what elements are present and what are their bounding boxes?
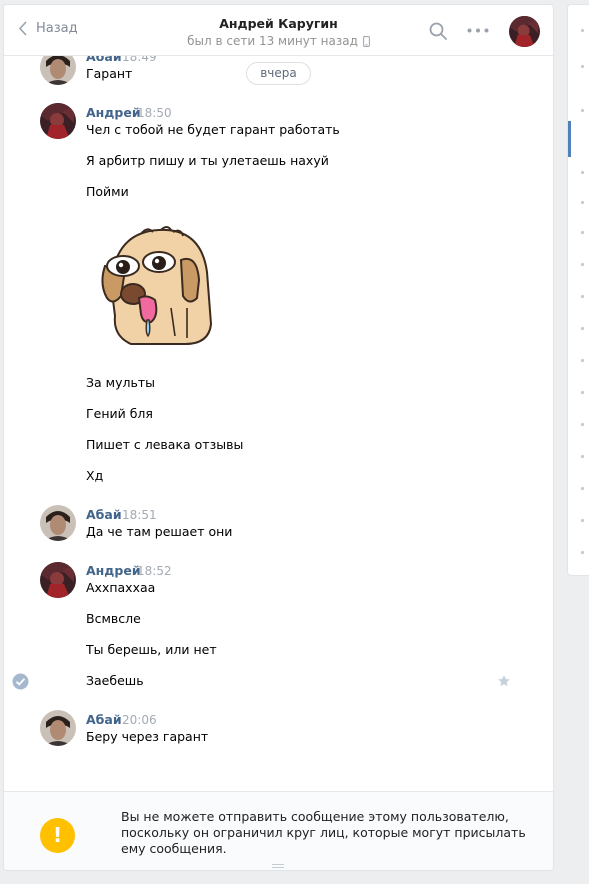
list-dot: [580, 551, 584, 554]
message-text: Чел с тобой не будет гарант работать: [86, 122, 340, 137]
author-name[interactable]: Андрей: [86, 105, 141, 120]
author-name[interactable]: Абай: [86, 507, 122, 522]
author-avatar[interactable]: [40, 562, 76, 598]
search-icon[interactable]: [429, 22, 447, 40]
list-dot: [580, 201, 584, 204]
avatar-image: [509, 16, 540, 47]
message-text: Всмвсле: [86, 611, 141, 626]
resize-handle[interactable]: [272, 864, 284, 868]
notice-line: Вы не можете отправить сообщение этому п…: [121, 809, 509, 824]
author-avatar[interactable]: [40, 710, 76, 746]
avatar-image: [40, 505, 76, 541]
notice-line: ему сообщения.: [121, 841, 227, 856]
message-text: Гарант: [86, 66, 133, 81]
message-time[interactable]: 18:51: [122, 508, 157, 522]
message-text: Пойми: [86, 184, 129, 199]
list-dot: [580, 327, 584, 330]
list-dot: [580, 29, 584, 32]
list-dot: [580, 171, 584, 174]
message-text: Аххпаххаа: [86, 580, 156, 595]
warning-glyph: !: [52, 823, 63, 847]
date-divider: вчера: [246, 62, 311, 85]
message-text: Ты берешь, или нет: [86, 642, 217, 657]
avatar-image: [40, 103, 76, 139]
message-text: Я арбитр пишу и ты улетаешь нахуй: [86, 153, 329, 168]
list-dot: [580, 519, 584, 522]
chat-header: Назад Андрей Каругин был в сети 13 минут…: [4, 5, 553, 56]
list-dot: [580, 359, 584, 362]
author-name[interactable]: Андрей: [86, 563, 141, 578]
status-text: был в сети 13 минут назад: [187, 34, 358, 48]
author-avatar[interactable]: [40, 103, 76, 139]
author-name[interactable]: Абай: [86, 712, 122, 727]
warning-icon: !: [40, 818, 75, 853]
dog-sticker[interactable]: [101, 224, 219, 346]
author-avatar[interactable]: [40, 505, 76, 541]
list-dot: [580, 231, 584, 234]
message-text: Гений бля: [86, 406, 153, 421]
message-time[interactable]: 18:52: [137, 564, 172, 578]
message-text: Хд: [86, 468, 104, 483]
avatar-image: [40, 562, 76, 598]
contact-status: был в сети 13 минут назад: [4, 34, 553, 48]
list-dot: [580, 65, 584, 68]
message-text: Пишет с левака отзывы: [86, 437, 244, 452]
message-time[interactable]: 18:50: [137, 106, 172, 120]
restriction-notice: ! Вы не можете отправить сообщение этому…: [4, 791, 553, 870]
list-dot: [580, 391, 584, 394]
message-time[interactable]: 20:06: [122, 713, 157, 727]
avatar-image: [40, 710, 76, 746]
list-dot: [580, 423, 584, 426]
list-dot: [580, 455, 584, 458]
check-icon[interactable]: [12, 673, 29, 690]
message-text: Да че там решает они: [86, 524, 233, 539]
chat-window: Назад Андрей Каругин был в сети 13 минут…: [3, 4, 554, 871]
active-indicator: [568, 121, 571, 157]
message-text: За мульты: [86, 375, 155, 390]
list-dot: [580, 487, 584, 490]
notice-line: поскольку он ограничил круг лиц, которые…: [121, 825, 526, 840]
mobile-icon: [362, 36, 370, 47]
list-dot: [580, 263, 584, 266]
list-dot: [580, 295, 584, 298]
right-panel: [567, 4, 589, 576]
more-icon[interactable]: [467, 28, 489, 33]
star-icon[interactable]: [497, 674, 511, 688]
notice-text: Вы не можете отправить сообщение этому п…: [121, 809, 526, 857]
list-dot: [580, 109, 584, 112]
message-text: Заебешь: [86, 673, 144, 688]
message-text: Беру через гарант: [86, 729, 209, 744]
contact-avatar[interactable]: [509, 16, 540, 47]
